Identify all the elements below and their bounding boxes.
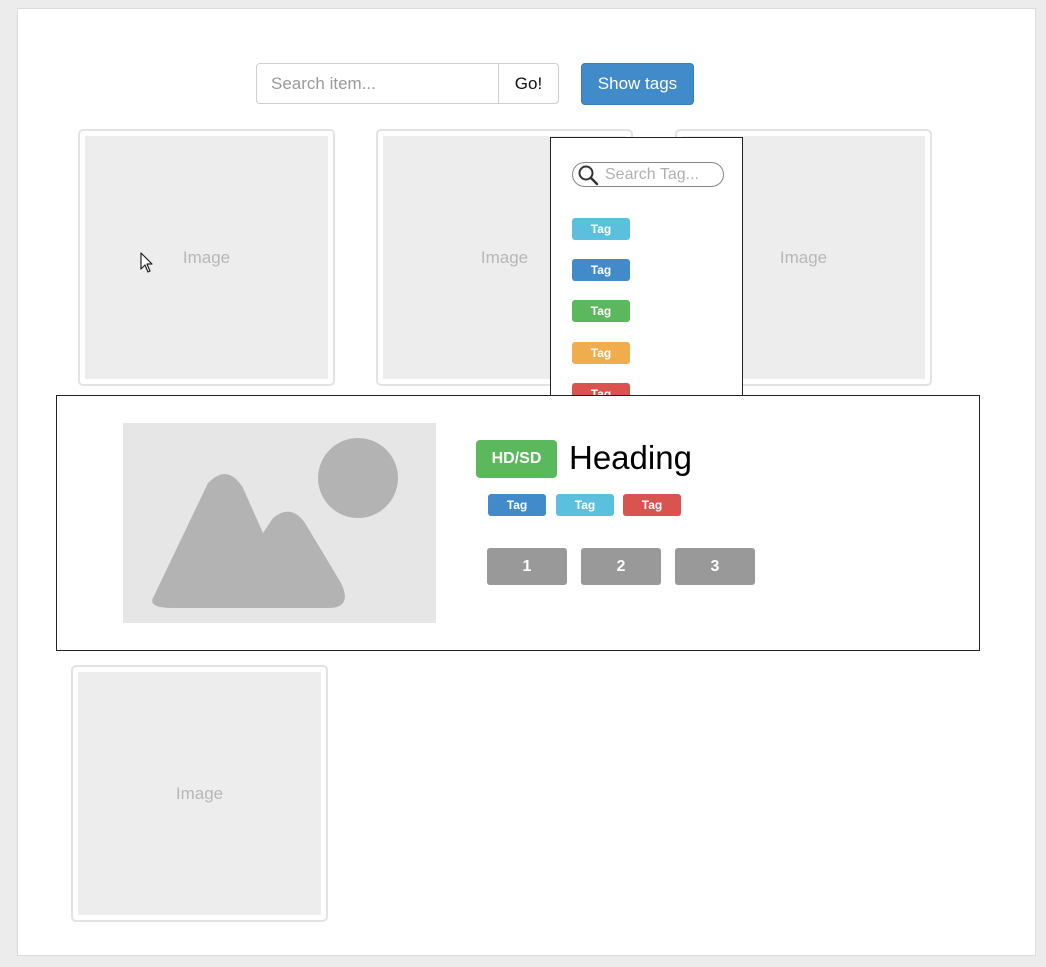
tag-dropdown: Search Tag... Tag Tag Tag Tag Tag [550, 137, 743, 397]
detail-tag[interactable]: Tag [556, 494, 614, 516]
thumbnail-image: Image [85, 136, 328, 379]
thumbnail-label: Image [480, 247, 529, 267]
tag-option[interactable]: Tag [572, 259, 630, 281]
detail-tag[interactable]: Tag [623, 494, 681, 516]
thumbnail-label: Image [779, 247, 828, 267]
thumbnail-card[interactable]: Image [78, 129, 335, 386]
image-placeholder-icon [123, 423, 436, 623]
page-button-2[interactable]: 2 [581, 548, 661, 585]
go-button[interactable]: Go! [498, 63, 559, 104]
hd-sd-badge: HD/SD [476, 440, 557, 478]
tag-search-placeholder: Search Tag... [605, 165, 699, 183]
tag-option[interactable]: Tag [572, 342, 630, 364]
detail-tag[interactable]: Tag [488, 494, 546, 516]
search-icon [578, 165, 599, 185]
page-button-3[interactable]: 3 [675, 548, 755, 585]
detail-heading: Heading [569, 439, 692, 476]
thumbnail-card[interactable]: Image [71, 665, 328, 922]
tag-option[interactable]: Tag [572, 300, 630, 322]
thumbnail-image: Image [78, 672, 321, 915]
show-tags-button[interactable]: Show tags [581, 63, 694, 105]
tag-option[interactable]: Tag [572, 218, 630, 240]
search-input[interactable] [256, 63, 499, 104]
thumbnail-label: Image [175, 783, 224, 803]
page-button-1[interactable]: 1 [487, 548, 567, 585]
thumbnail-label: Image [182, 247, 231, 267]
detail-card: HD/SD Heading Tag Tag Tag 1 2 3 [56, 395, 980, 651]
tag-search-input[interactable]: Search Tag... [572, 162, 724, 187]
mouse-cursor-icon [140, 252, 153, 273]
